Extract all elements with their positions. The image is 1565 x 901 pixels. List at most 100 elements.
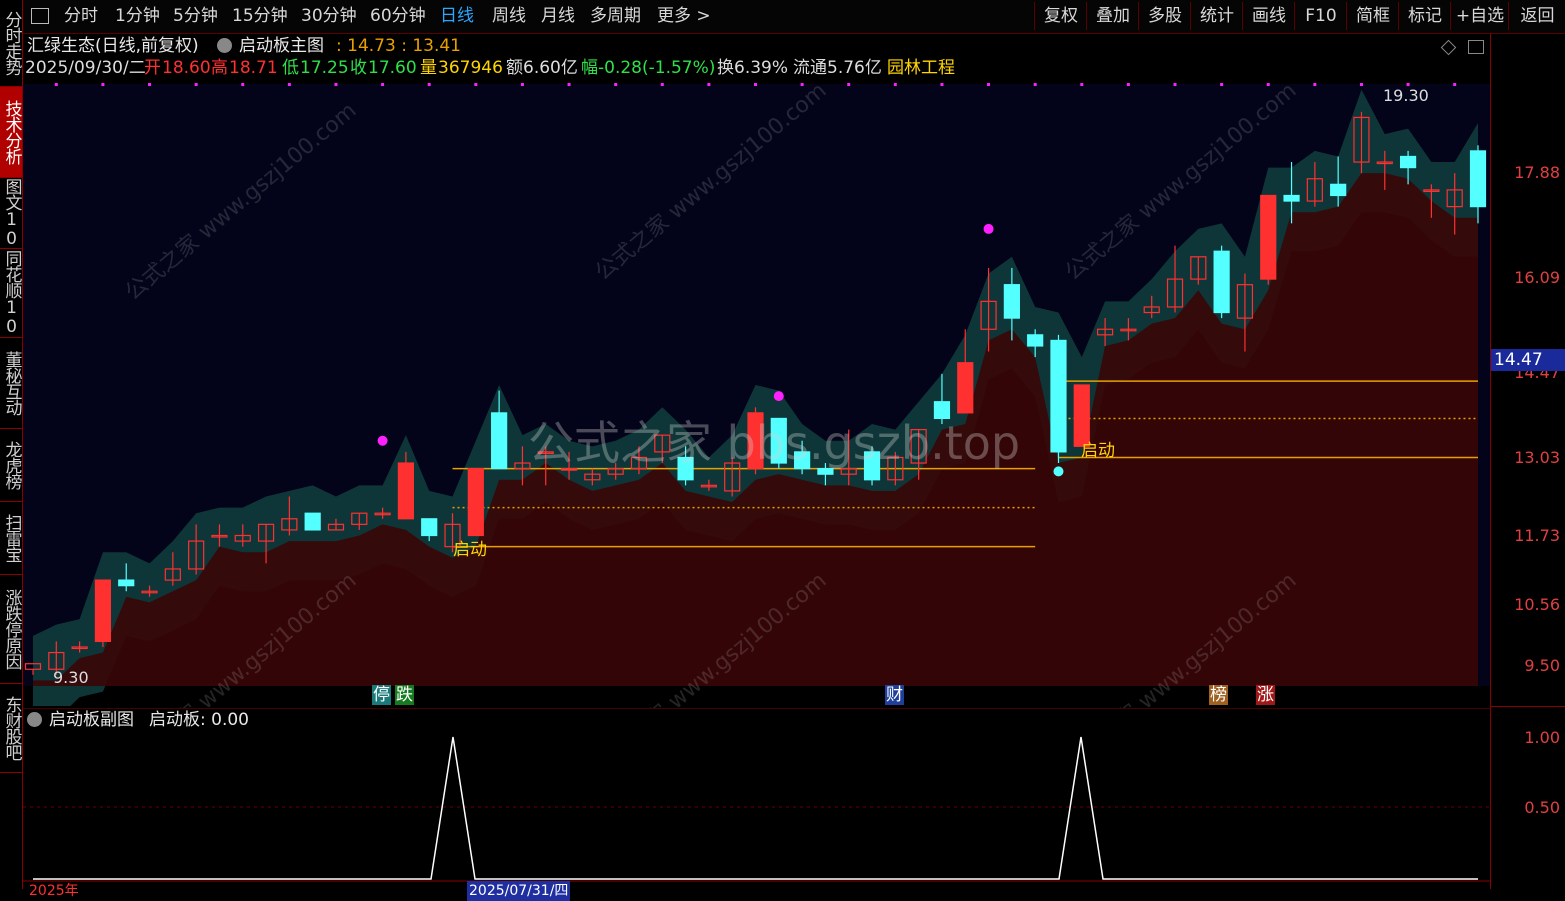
top-marker xyxy=(287,83,291,86)
candle-body xyxy=(94,579,112,643)
event-tag-rise[interactable]: 涨 xyxy=(1256,685,1275,705)
candle-body xyxy=(1213,250,1230,314)
top-marker xyxy=(754,83,757,86)
btn-overlay[interactable]: 叠加 xyxy=(1086,2,1139,30)
amount-value: 额6.60亿 xyxy=(506,58,578,78)
candle-body xyxy=(1399,155,1417,169)
sub-indicator-name[interactable]: 启动板副图 xyxy=(49,710,134,730)
btn-add-watchlist[interactable]: +自选 xyxy=(1450,2,1509,30)
top-marker xyxy=(381,83,385,86)
tab-1min[interactable]: 1分钟 xyxy=(115,4,160,28)
signal-dot xyxy=(377,435,388,446)
window-menu-icon[interactable] xyxy=(31,8,49,24)
top-marker xyxy=(1173,83,1177,86)
sidebar-item-dragon-tiger[interactable]: 龙虎榜 xyxy=(0,429,22,502)
candle-body xyxy=(1283,194,1300,202)
tab-fenshi[interactable]: 分时 xyxy=(64,4,98,28)
sector-link[interactable]: 园林工程 xyxy=(887,58,955,78)
top-marker xyxy=(427,83,431,86)
tab-5min[interactable]: 5分钟 xyxy=(173,4,218,28)
top-marker xyxy=(520,83,524,86)
top-marker xyxy=(241,83,245,86)
candle-body xyxy=(1003,284,1020,319)
sub-axis-tick: 0.50 xyxy=(1524,798,1560,817)
signal-dot xyxy=(1053,466,1064,477)
candle-body xyxy=(491,412,508,470)
candle-body xyxy=(1050,339,1067,453)
top-marker xyxy=(567,83,571,86)
price-tick: 13.03 xyxy=(1514,448,1560,467)
open-label: 开 xyxy=(144,58,161,78)
start-board-line xyxy=(33,736,1478,880)
top-marker xyxy=(54,83,58,86)
indicator-values: : 14.73 : 13.41 xyxy=(336,36,462,56)
btn-mark[interactable]: 标记 xyxy=(1398,2,1451,30)
turnover-value: 换6.39% xyxy=(717,58,789,78)
candle-body xyxy=(421,518,438,537)
close-label: 收 xyxy=(350,58,367,78)
candle-body xyxy=(304,512,321,531)
sidebar-item-graphic10[interactable]: 图文10 xyxy=(0,178,22,249)
candle-body xyxy=(1469,150,1487,208)
sidebar-item-limit-reason[interactable]: 涨跌停原因 xyxy=(0,575,22,684)
sub-chart-panel[interactable]: 启动板副图 启动板: 0.00 2025年 2025/07/31/四 xyxy=(23,708,1490,901)
indicator-toggle-icon[interactable] xyxy=(217,38,232,53)
btn-f10[interactable]: F10 xyxy=(1294,2,1347,30)
volume-label: 量 xyxy=(420,58,437,78)
tab-15min[interactable]: 15分钟 xyxy=(232,4,288,28)
top-marker xyxy=(474,83,478,86)
center-watermark: 公式之家 bbs.gszb.top xyxy=(528,416,1021,470)
price-tick: 9.50 xyxy=(1524,656,1560,675)
tab-daily[interactable]: 日线 xyxy=(440,4,474,28)
current-price-tag: 14.47 xyxy=(1491,349,1565,371)
main-chart-panel[interactable]: 汇绿生态(日线,前复权) 启动板主图 : 14.73 : 13.41 2025/… xyxy=(23,34,1490,776)
btn-stats[interactable]: 统计 xyxy=(1190,2,1243,30)
event-tag-drop[interactable]: 跌 xyxy=(395,685,414,705)
btn-multi-stock[interactable]: 多股 xyxy=(1138,2,1191,30)
candle-body xyxy=(467,468,484,537)
sidebar-item-minesweeper[interactable]: 扫雷宝 xyxy=(0,502,22,575)
open-value: 18.60 xyxy=(162,58,211,78)
btn-fuquan[interactable]: 复权 xyxy=(1034,2,1087,30)
event-tag-finance[interactable]: 财 xyxy=(885,685,904,705)
sidebar-item-eastmoney-bar[interactable]: 东财股吧 xyxy=(0,684,22,773)
sidebar-item-secretary[interactable]: 董秘互动 xyxy=(0,338,22,429)
btn-back[interactable]: 返回 xyxy=(1508,2,1565,30)
btn-draw[interactable]: 画线 xyxy=(1242,2,1295,30)
price-tick: 10.56 xyxy=(1514,595,1560,614)
tab-multi-period[interactable]: 多周期 xyxy=(590,4,641,28)
bottom-year-label: 2025年 xyxy=(29,883,79,899)
start-board-subchart[interactable] xyxy=(23,708,1490,889)
start-label-1: 启动 xyxy=(453,540,487,560)
event-tag-list[interactable]: 榜 xyxy=(1209,685,1228,705)
float-cap-value: 流通5.76亿 xyxy=(793,58,882,78)
close-value: 17.60 xyxy=(368,58,417,78)
bottom-date-label: 2025/07/31/四 xyxy=(467,881,571,901)
price-tick: 11.73 xyxy=(1514,526,1560,545)
candle-body xyxy=(118,579,135,587)
sidebar-item-ths10[interactable]: 同花顺10 xyxy=(0,249,22,338)
sub-indicator-value: 启动板: 0.00 xyxy=(149,710,249,730)
high-label: 高 xyxy=(211,58,228,78)
tab-more[interactable]: 更多 > xyxy=(657,4,711,28)
stock-title: 汇绿生态(日线,前复权) xyxy=(27,36,199,56)
event-tag-halt[interactable]: 停 xyxy=(372,685,391,705)
top-marker xyxy=(1126,83,1130,86)
sub-axis-tick: 1.00 xyxy=(1524,728,1560,747)
sidebar-item-fenshi[interactable]: 分时走势 xyxy=(0,0,22,87)
sub-indicator-toggle-icon[interactable] xyxy=(27,712,42,727)
tab-monthly[interactable]: 月线 xyxy=(541,4,575,28)
volume-value: 367946 xyxy=(438,58,503,78)
tab-weekly[interactable]: 周线 xyxy=(492,4,526,28)
signal-dot xyxy=(773,391,784,402)
top-marker xyxy=(194,83,198,86)
top-marker xyxy=(707,83,711,86)
candle-body xyxy=(1260,194,1277,280)
tab-30min[interactable]: 30分钟 xyxy=(301,4,357,28)
high-value: 18.71 xyxy=(229,58,278,78)
btn-simple-frame[interactable]: 简框 xyxy=(1346,2,1399,30)
panel-layout-icon[interactable] xyxy=(1468,40,1484,54)
indicator-name[interactable]: 启动板主图 xyxy=(239,36,324,56)
tab-60min[interactable]: 60分钟 xyxy=(370,4,426,28)
sidebar-item-tech-analysis[interactable]: 技术分析 xyxy=(0,87,22,178)
